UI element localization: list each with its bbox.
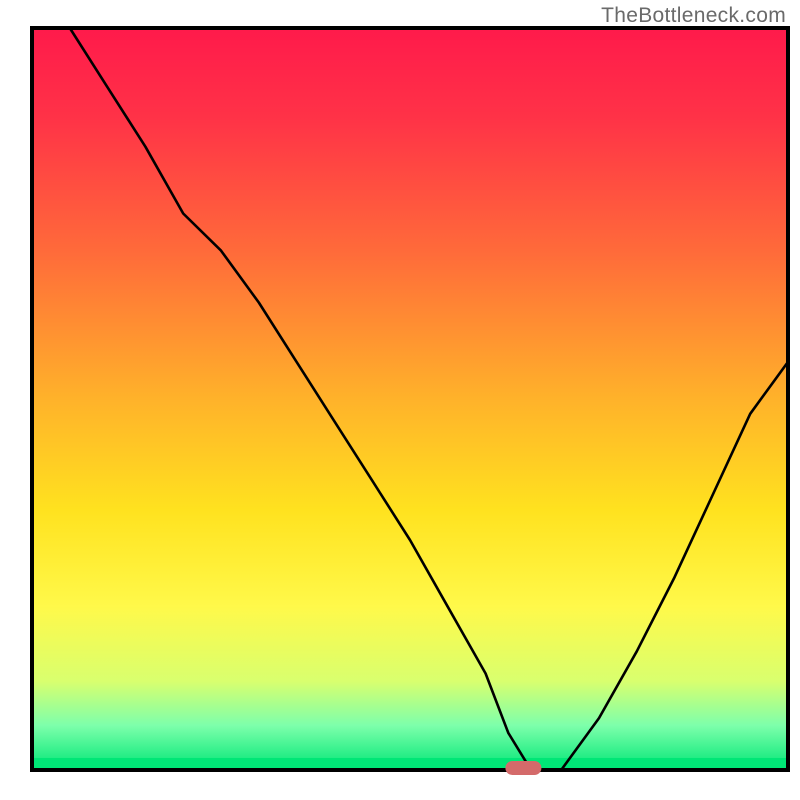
bottleneck-chart xyxy=(0,0,800,800)
watermark-text: TheBottleneck.com xyxy=(601,4,786,28)
optimal-marker xyxy=(505,761,541,775)
chart-stage: TheBottleneck.com xyxy=(0,0,800,800)
plot-background xyxy=(32,28,788,770)
